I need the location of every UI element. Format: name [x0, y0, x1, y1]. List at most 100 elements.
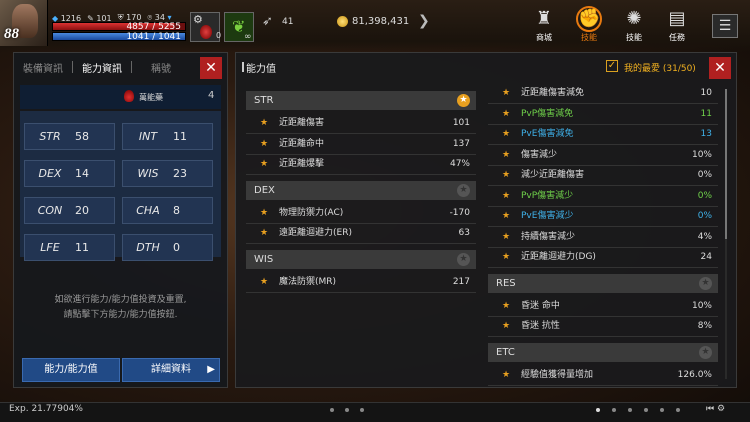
section-header-str: STR ★	[246, 91, 476, 110]
row-divider	[488, 384, 718, 386]
tab-equipment[interactable]: 裝備資訊	[14, 60, 72, 75]
swirl-icon: ✺	[626, 8, 642, 29]
stat-row[interactable]: ★ 傷害減少 10%	[488, 145, 718, 165]
close-icon[interactable]: ✕	[200, 57, 222, 79]
stat-row[interactable]: ★ 遠距離迴避力(ER) 63	[246, 223, 476, 243]
stat-row[interactable]: ★ 經驗值獲得量增加 126.0%	[488, 365, 718, 385]
stat-row[interactable]: ★ PvE傷害減少 0%	[488, 206, 718, 226]
stat-row-value: 0%	[697, 170, 712, 180]
stat-name: WIS	[137, 167, 159, 180]
stat-name: LFE	[40, 241, 60, 254]
star-icon: ★	[260, 276, 269, 287]
stat-row-value: 0%	[697, 190, 712, 201]
stat-cell-wis: WIS 23	[122, 160, 213, 187]
stat-row[interactable]: ★ 物理防禦力(AC) -170	[246, 203, 476, 223]
stat-row[interactable]: ★ 近距離傷害減免 10	[488, 83, 718, 103]
stat-name: INT	[138, 130, 158, 143]
stats-detail-panel: 能力值 ✓ 我的最愛 (31/50) ✕ STR ★ ★ 近距離傷害 101 ★ 近距離命中…	[235, 52, 737, 388]
menu-skill-active[interactable]: ✊ 技能	[572, 6, 606, 43]
controls-icon[interactable]: ⏮ ⚙	[706, 404, 725, 414]
page-dot	[596, 408, 600, 412]
stat-row-label: 昏迷 抗性	[521, 321, 560, 331]
stat-row-value: 63	[458, 228, 470, 238]
stat-row-label: 近距離爆擊	[279, 159, 325, 169]
stat-row-value: 10	[700, 88, 712, 98]
page-dot	[660, 408, 664, 412]
stat-row-label: PvE傷害減少	[521, 211, 574, 221]
stat-row-label: 近距離傷害	[279, 118, 325, 128]
character-level: 88	[4, 26, 19, 42]
stat-grid: STR 58 INT 11 DEX 14 WIS 23 CON 20 CHA 8 LFE 11 DTH 0	[20, 111, 221, 261]
stat-value: 11	[173, 130, 187, 143]
stat-name: DEX	[38, 167, 62, 180]
stat-row[interactable]: ★ 近距離傷害 101	[246, 113, 476, 133]
stat-row-value: 10%	[691, 149, 712, 160]
menu-skill[interactable]: ✺ 技能	[617, 6, 651, 43]
stat-row-label: 遠距離迴避力(ER)	[279, 228, 352, 238]
stat-row[interactable]: ★ 近距離爆擊 47%	[246, 154, 476, 174]
stat-row[interactable]: ★ 近距離迴避力(DG) 24	[488, 247, 718, 267]
fist-icon: ✊	[576, 6, 602, 32]
stat-row[interactable]: ★ 魔法防禦(MR) 217	[246, 272, 476, 292]
info-line-1: 如欲進行能力/能力值投資及重置,	[54, 295, 187, 305]
stat-row-value: 4%	[697, 231, 712, 242]
close-icon[interactable]: ✕	[709, 57, 731, 79]
stat-row-label: 近距離命中	[279, 138, 325, 149]
stat-row-label: 減少近距離傷害	[521, 170, 585, 180]
stat-row[interactable]: ★ PvP傷害減少 0%	[488, 186, 718, 206]
section-title: STR	[254, 95, 274, 106]
star-icon: ★	[260, 118, 269, 128]
star-icon[interactable]: ★	[457, 94, 470, 107]
stat-row-label: PvE傷害減免	[521, 129, 574, 139]
page-dot	[360, 408, 364, 412]
stat-row-value: 101	[452, 118, 470, 128]
star-icon: ★	[502, 129, 511, 139]
stat-row[interactable]: ★ 昏迷 抗性 8%	[488, 316, 718, 336]
stat-row[interactable]: ★ PvP傷害減免 11	[488, 104, 718, 124]
star-icon[interactable]: ★	[699, 345, 712, 359]
star-icon[interactable]: ★	[699, 276, 712, 290]
menu-mission[interactable]: ▤ 任務	[660, 6, 694, 43]
star-icon[interactable]: ★	[457, 252, 470, 266]
star-icon: ★	[502, 321, 511, 331]
gold-coin-icon	[337, 16, 348, 27]
section-title: RES	[496, 277, 516, 289]
stat-row[interactable]: ★ PvE傷害減免 13	[488, 124, 718, 144]
stat-row-label: 持續傷害減少	[521, 231, 576, 242]
stat-row[interactable]: ★ 持續傷害減少 4%	[488, 227, 718, 247]
elixir-icon	[124, 90, 134, 102]
stat-row-label: 近距離傷害減免	[521, 88, 585, 98]
menu-shop[interactable]: ♜ 商城	[527, 6, 561, 43]
row-divider	[488, 336, 718, 337]
stat-row-label: 經驗值獲得量增加	[521, 369, 594, 380]
row-divider	[488, 267, 718, 268]
stat-row-value: 47%	[449, 159, 470, 169]
stat-cell-dex: DEX 14	[24, 160, 115, 187]
star-icon: ★	[502, 369, 511, 380]
scrollbar-thumb[interactable]	[725, 89, 727, 239]
stat-row[interactable]: ★ 減少近距離傷害 0%	[488, 165, 718, 185]
stat-row-label: 昏迷 命中	[521, 300, 560, 311]
favorites-label[interactable]: 我的最愛 (31/50)	[624, 61, 696, 74]
stat-value: 14	[75, 167, 89, 180]
stat-row-value: 10%	[691, 300, 712, 311]
star-icon[interactable]: ★	[457, 183, 470, 197]
stat-value: 20	[75, 204, 89, 217]
section-header-wis: WIS ★	[246, 249, 476, 269]
favorites-checkbox[interactable]: ✓	[606, 60, 618, 72]
tab-title[interactable]: 稱號	[132, 60, 190, 75]
stat-row[interactable]: ★ 昏迷 命中 10%	[488, 296, 718, 316]
star-icon: ★	[502, 170, 511, 180]
stat-name: STR	[39, 130, 61, 143]
infinite-label: ∞	[244, 32, 252, 42]
gear-icon: ⚙	[193, 13, 203, 26]
stat-value: 23	[173, 167, 187, 180]
tab-ability[interactable]: 能力資訊	[73, 60, 131, 75]
details-button[interactable]: 詳細資料 ▶	[122, 358, 220, 382]
expand-arrow-icon[interactable]: ❯	[418, 13, 430, 29]
hamburger-menu-icon[interactable]: ☰	[712, 14, 738, 38]
stat-row[interactable]: ★ 近距離命中 137	[246, 134, 476, 154]
ability-stat-button[interactable]: 能力/能力值	[22, 358, 120, 382]
row-divider	[246, 243, 476, 244]
stat-cell-str: STR 58	[24, 123, 115, 150]
